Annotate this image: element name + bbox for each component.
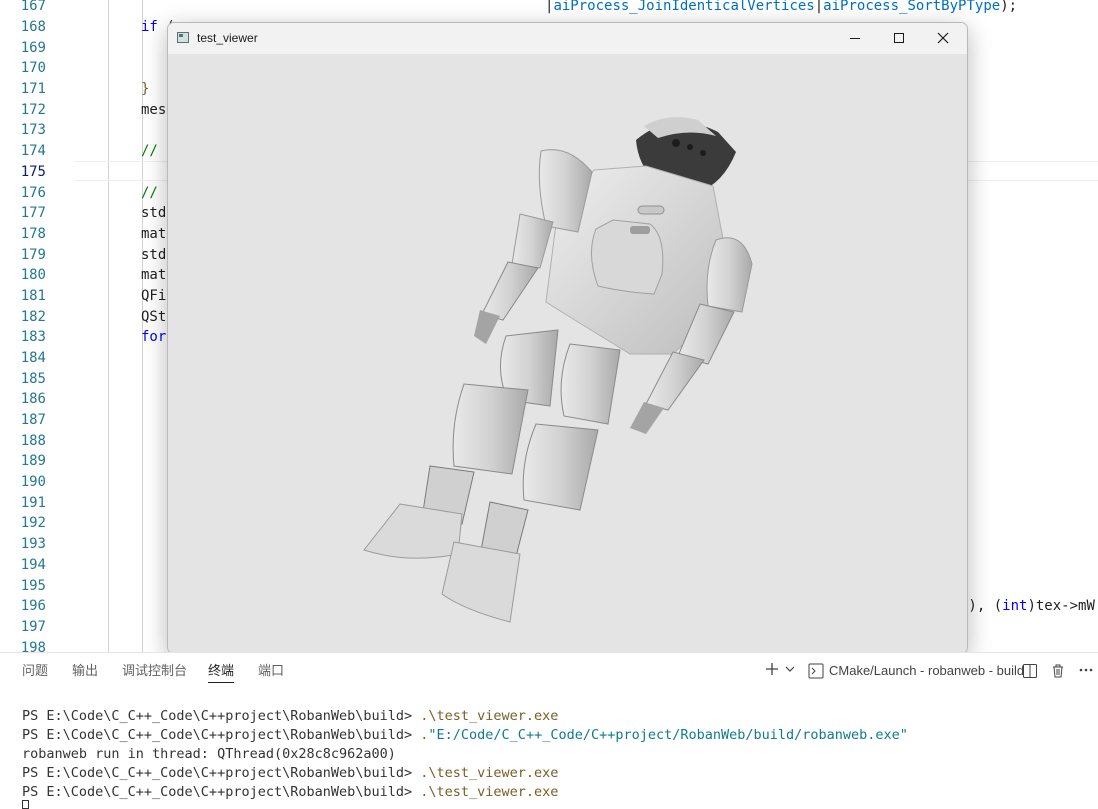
indent-guide <box>108 0 109 652</box>
code-line-176[interactable]: // <box>141 183 158 203</box>
terminal-command: .\test_viewer.exe <box>420 784 559 800</box>
line-number: 198 <box>20 640 46 652</box>
window-titlebar[interactable]: test_viewer <box>168 23 967 54</box>
pipe-operator: | <box>814 0 824 14</box>
line-number: 173 <box>20 122 46 138</box>
terminal-output[interactable]: PS E:\Code\C_C++_Code\C++project\RobanWe… <box>0 692 1098 809</box>
split-terminal-icon[interactable] <box>1022 663 1038 679</box>
line-number: 194 <box>20 557 46 573</box>
maximize-icon <box>894 33 904 43</box>
terminal-line: PS E:\Code\C_C++_Code\C++project\RobanWe… <box>22 783 558 802</box>
line-number: 179 <box>20 247 46 263</box>
line-number: 192 <box>20 515 46 531</box>
code-line-167[interactable]: |aiProcess_JoinIdenticalVertices|aiProce… <box>545 0 1017 16</box>
code-line-181[interactable]: QFi <box>141 286 166 306</box>
line-number: 178 <box>20 226 46 242</box>
line-number: 186 <box>20 391 46 407</box>
robot-model-render <box>363 117 753 623</box>
line-number: 171 <box>20 81 46 97</box>
line-number: 184 <box>20 350 46 366</box>
terminal-prompt: PS E:\Code\C_C++_Code\C++project\RobanWe… <box>22 784 421 800</box>
line-number: 189 <box>20 453 46 469</box>
code-line-183[interactable]: for <box>141 327 166 347</box>
statement-end: ); <box>1000 0 1018 14</box>
more-actions-icon[interactable] <box>1078 667 1094 673</box>
line-number: 183 <box>20 329 46 345</box>
tab-debug-console[interactable]: 调试控制台 <box>122 662 187 680</box>
terminal-command: .\test_viewer.exe <box>420 765 559 781</box>
line-number: 197 <box>20 619 46 635</box>
tab-ports[interactable]: 端口 <box>258 662 284 680</box>
line-number: 181 <box>20 288 46 304</box>
terminal-cursor <box>22 800 29 809</box>
line-number: 177 <box>20 205 46 221</box>
code-line-177[interactable]: std <box>141 203 166 223</box>
line-number: 176 <box>20 185 46 201</box>
terminal-icon <box>808 663 824 679</box>
tab-problems[interactable]: 问题 <box>22 662 48 680</box>
line-number: 191 <box>20 495 46 511</box>
line-number: 175 <box>20 164 46 180</box>
keyword-int: int <box>1002 598 1028 614</box>
window-title: test_viewer <box>197 31 258 45</box>
terminal-prompt: PS E:\Code\C_C++_Code\C++project\RobanWe… <box>22 708 421 724</box>
terminal-line: PS E:\Code\C_C++_Code\C++project\RobanWe… <box>22 764 558 783</box>
terminal-instance-label[interactable]: CMake/Launch - robanweb - build <box>829 662 1024 680</box>
code-line-174[interactable]: // <box>141 141 158 161</box>
panel-tab-bar: 问题 输出 调试控制台 终端 端口 CMake/Launch - robanwe… <box>0 652 1098 692</box>
close-button[interactable] <box>921 23 965 54</box>
enum-sort-by-ptype: aiProcess_SortByPType <box>823 0 1001 14</box>
code-line-182[interactable]: QSt <box>141 307 166 327</box>
code-fragment: )tex->mW <box>1027 598 1095 614</box>
code-line-180[interactable]: mat <box>141 265 166 285</box>
code-line-179[interactable]: std <box>141 245 166 265</box>
3d-viewport[interactable] <box>168 54 967 653</box>
minimize-icon <box>850 38 860 39</box>
test-viewer-window[interactable]: test_viewer <box>167 22 968 654</box>
line-number: 167 <box>20 0 46 14</box>
line-number: 170 <box>20 60 46 76</box>
tab-terminal[interactable]: 终端 <box>208 662 235 683</box>
line-number: 196 <box>20 598 46 614</box>
terminal-command-string: "E:/Code/C_C++_Code/C++project/RobanWeb/… <box>428 727 908 743</box>
terminal-command: .\test_viewer.exe <box>420 708 559 724</box>
terminal-prompt: PS E:\Code\C_C++_Code\C++project\RobanWe… <box>22 727 421 743</box>
maximize-button[interactable] <box>877 23 921 54</box>
line-number: 174 <box>20 143 46 159</box>
line-number: 193 <box>20 536 46 552</box>
code-line-171[interactable]: } <box>141 79 149 99</box>
new-terminal-plus-icon[interactable] <box>764 661 780 677</box>
line-number: 195 <box>20 578 46 594</box>
terminal-line: PS E:\Code\C_C++_Code\C++project\RobanWe… <box>22 707 558 726</box>
chevron-down-icon[interactable] <box>785 665 795 673</box>
minimize-button[interactable] <box>833 23 877 54</box>
line-number: 180 <box>20 267 46 283</box>
line-number: 185 <box>20 371 46 387</box>
enum-join-identical: aiProcess_JoinIdenticalVertices <box>553 0 815 14</box>
code-line-178[interactable]: mat <box>141 224 166 244</box>
line-number: 172 <box>20 102 46 118</box>
terminal-line: PS E:\Code\C_C++_Code\C++project\RobanWe… <box>22 726 908 745</box>
code-line-172[interactable]: mes <box>141 100 166 120</box>
code-line-196[interactable]: a), (int)tex->mW <box>960 596 1095 616</box>
line-number: 187 <box>20 412 46 428</box>
tab-output[interactable]: 输出 <box>72 662 98 680</box>
keyword-if: if <box>141 19 158 35</box>
line-number: 169 <box>20 40 46 56</box>
line-number: 168 <box>20 19 46 35</box>
qt-app-icon <box>177 32 189 43</box>
terminal-line: robanweb run in thread: QThread(0x28c8c9… <box>22 746 396 762</box>
line-number: 182 <box>20 309 46 325</box>
terminal-prompt: PS E:\Code\C_C++_Code\C++project\RobanWe… <box>22 765 421 781</box>
close-icon <box>937 32 949 44</box>
trash-icon[interactable] <box>1050 663 1066 679</box>
line-number: 188 <box>20 433 46 449</box>
line-number: 190 <box>20 474 46 490</box>
